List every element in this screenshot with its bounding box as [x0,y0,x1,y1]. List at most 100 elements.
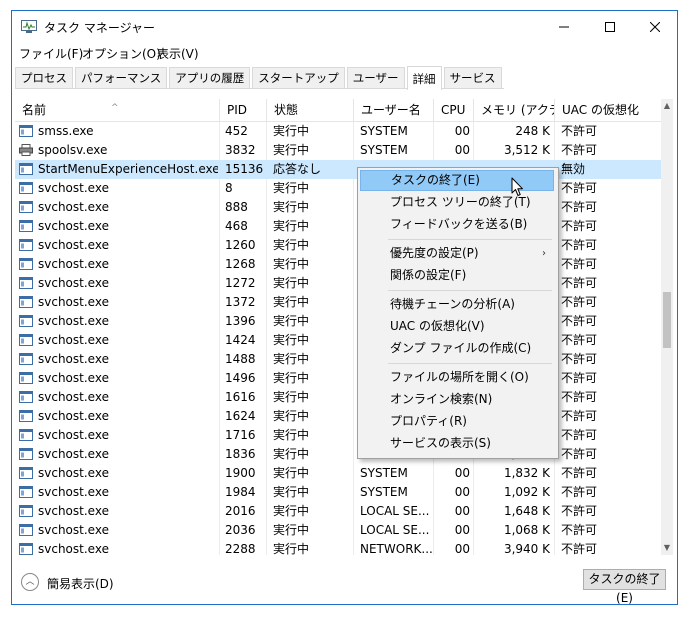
table-row[interactable]: smss.exe 452 実行中 SYSTEM 00 248 K 不許可 [15,122,661,141]
title-bar[interactable]: タスク マネージャー [12,11,677,42]
column-header-cpu[interactable]: CPU [434,99,474,121]
column-header-memory[interactable]: メモリ (アクティ... [474,99,555,121]
table-row[interactable]: svchost.exe 1268 実行中 不許可 [15,255,661,274]
menu-view[interactable]: 表示(V) [157,45,199,62]
table-row[interactable]: spoolsv.exe 3832 実行中 SYSTEM 00 3,512 K 不許可 [15,141,661,160]
column-header-username[interactable]: ユーザー名 [354,99,434,121]
context-menu-item-label: 関係の設定(F) [390,268,467,282]
process-name: svchost.exe [38,276,109,290]
table-row[interactable]: StartMenuExperienceHost.exe 15136 応答なし 無効 [15,160,661,179]
table-row[interactable]: svchost.exe 1496 実行中 不許可 [15,369,661,388]
table-row[interactable]: svchost.exe 2288 実行中 NETWORK... 00 3,940 K 不許可 [15,540,661,555]
process-pid: 2036 [225,523,256,537]
table-row[interactable]: svchost.exe 1984 実行中 SYSTEM 00 1,092 K 不許可 [15,483,661,502]
table-row[interactable]: svchost.exe1836実行中LOCAL SE...3,612 K不許可 [15,445,661,464]
table-row[interactable]: svchost.exe 468 実行中 不許可 [15,217,661,236]
table-row[interactable]: svchost.exe 1488 実行中 不許可 [15,350,661,369]
process-pid: 1372 [225,295,256,309]
tab-startup[interactable]: スタートアップ [252,67,345,88]
context-menu-item-set-affinity[interactable]: 関係の設定(F) [360,265,554,286]
context-menu-item-label: プロセス ツリーの終了(T) [390,195,531,209]
table-row[interactable]: svchost.exe 1424 実行中 不許可 [15,331,661,350]
process-pid: 468 [225,219,248,233]
process-name: svchost.exe [38,200,109,214]
fewer-details-link[interactable]: 簡易表示(D) [47,575,114,592]
process-icon [19,163,33,175]
process-icon [19,125,33,137]
context-menu: タスクの終了(E) プロセス ツリーの終了(T) フィードバックを送る(B) 優先度の… [357,167,559,459]
table-row[interactable]: svchost.exe 1260 実行中 不許可 [15,236,661,255]
menu-options[interactable]: オプション(O) [82,45,161,62]
table-row[interactable]: svchost.exe 1396 実行中 不許可 [15,312,661,331]
tab-performance[interactable]: パフォーマンス [75,67,168,88]
scroll-down-icon[interactable]: ▼ [661,541,673,555]
process-cpu: 00 [454,466,470,480]
column-header-row: 名前 ^ PID 状態 ユーザー名 CPU メモリ (アクティ... UAC の… [15,99,661,122]
process-uac-virtualization: 不許可 [561,143,598,157]
column-header-name[interactable]: 名前 ^ [15,99,220,121]
table-row[interactable]: svchost.exe 1716 実行中 不許可 [15,426,661,445]
process-status: 実行中 [273,124,310,138]
table-row[interactable]: svchost.exe 8 実行中 不許可 [15,179,661,198]
table-row[interactable]: svchost.exe 1900 実行中 SYSTEM 00 1,832 K 不許可 [15,464,661,483]
process-uac-virtualization: 不許可 [561,257,598,271]
table-row[interactable]: svchost.exe 2036 実行中 LOCAL SE... 00 1,068 K 不許… [15,521,661,540]
process-username: SYSTEM [360,485,408,499]
table-row[interactable]: svchost.exe 888 実行中 不許可 [15,198,661,217]
vertical-scrollbar[interactable]: ▲ ▼ [661,99,673,555]
end-task-button[interactable]: タスクの終了(E) [583,569,666,604]
column-header-pid[interactable]: PID [220,99,267,121]
table-row[interactable]: svchost.exe 1616 実行中 不許可 [15,388,661,407]
table-row[interactable]: svchost.exe 1372 実行中 不許可 [15,293,661,312]
process-username: SYSTEM [360,124,408,138]
process-uac-virtualization: 不許可 [561,314,598,328]
context-menu-item-open-file-location[interactable]: ファイルの場所を開く(O) [360,367,554,388]
process-name: svchost.exe [38,181,109,195]
context-menu-item-send-feedback[interactable]: フィードバックを送る(B) [360,214,554,235]
context-menu-item-set-priority[interactable]: 優先度の設定(P) › [360,243,554,264]
table-row[interactable]: svchost.exe 2016 実行中 LOCAL SE... 00 1,648 K 不許… [15,502,661,521]
context-menu-item-analyze-wait-chain[interactable]: 待機チェーンの分析(A) [360,294,554,315]
minimize-button[interactable] [541,11,587,42]
tab-app-history[interactable]: アプリの履歴 [169,67,251,88]
process-memory: 1,832 K [503,466,550,480]
process-pid: 1624 [225,409,256,423]
menu-file[interactable]: ファイル(F) [19,45,83,62]
process-icon [19,182,33,194]
minimize-icon [559,26,569,27]
process-status: 実行中 [273,219,310,233]
menu-separator [388,363,552,364]
process-icon [19,543,33,555]
tab-users[interactable]: ユーザー [346,67,405,88]
process-cpu: 00 [454,542,470,555]
context-menu-item-label: 優先度の設定(P) [390,246,479,260]
chevron-up-circle-icon[interactable]: ︿ [21,573,39,591]
context-menu-item-properties[interactable]: プロパティ(R) [360,411,554,432]
maximize-button[interactable] [587,11,633,42]
table-row[interactable]: svchost.exe 1624 実行中 不許可 [15,407,661,426]
context-menu-item-go-to-services[interactable]: サービスの表示(S) [360,433,554,454]
close-button[interactable] [632,11,677,42]
tab-processes[interactable]: プロセス [15,67,73,88]
process-uac-virtualization: 不許可 [561,447,598,461]
process-memory: 1,092 K [503,485,550,499]
scroll-thumb[interactable] [663,292,671,348]
process-uac-virtualization: 不許可 [561,428,598,442]
tab-details[interactable]: 詳細 [406,66,442,90]
process-status: 実行中 [273,485,310,499]
table-row[interactable]: svchost.exe 1272 実行中 不許可 [15,274,661,293]
process-pid: 1836 [225,447,256,461]
column-header-uac-virtualization[interactable]: UAC の仮想化 [555,99,661,121]
tab-services[interactable]: サービス [443,67,502,88]
context-menu-item-search-online[interactable]: オンライン検索(N) [360,389,554,410]
process-memory: 3,512 K [503,143,550,157]
column-header-status[interactable]: 状態 [267,99,354,121]
process-uac-virtualization: 不許可 [561,409,598,423]
context-menu-item-label: オンライン検索(N) [390,392,493,406]
context-menu-item-create-dump-file[interactable]: ダンプ ファイルの作成(C) [360,338,554,359]
context-menu-item-uac-virtualization[interactable]: UAC の仮想化(V) [360,316,554,337]
menu-separator [388,290,552,291]
process-uac-virtualization: 不許可 [561,485,598,499]
scroll-up-icon[interactable]: ▲ [661,99,673,113]
process-status: 実行中 [273,523,310,537]
